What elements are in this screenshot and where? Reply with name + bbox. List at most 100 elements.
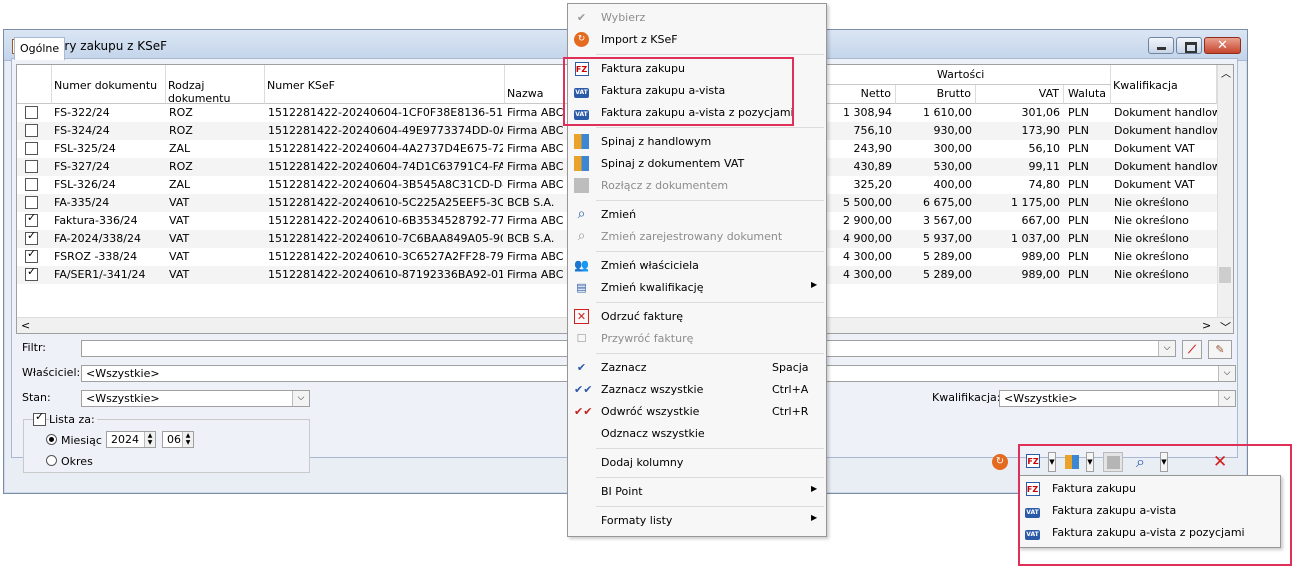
link-icon: [574, 156, 589, 171]
okres-radio[interactable]: [46, 455, 57, 466]
cell-netto: 325,20: [853, 178, 893, 191]
cell-brutto: 1 610,00: [923, 106, 972, 119]
menu-rozlacz[interactable]: Rozłącz z dokumentem: [568, 175, 826, 197]
scroll-right-icon[interactable]: >: [1202, 319, 1211, 332]
vertical-scroll-thumb[interactable]: [1219, 267, 1231, 283]
chevron-down-icon[interactable]: ⌵: [292, 391, 309, 406]
cell-kwal: Dokument handlowy: [1114, 106, 1217, 119]
cell-ksef: 1512281422-20240604-49E9773374DD-0A: [268, 124, 503, 137]
kwalifikacja-value: <Wszystkie>: [1004, 392, 1078, 405]
cell-kwal: Dokument handlowy: [1114, 124, 1217, 137]
cell-numer: FSROZ -338/24: [54, 250, 138, 263]
menu-zaznacz-wszystkie[interactable]: ✔✔ Zaznacz wszystkie Ctrl+A: [568, 379, 826, 401]
header-numer-dokumentu[interactable]: Numer dokumentu: [52, 65, 166, 104]
import-ksef-button[interactable]: ↻: [990, 452, 1010, 472]
spinner-arrows-icon[interactable]: ▲ ▼: [182, 432, 193, 447]
month-spinner[interactable]: 06 ▲ ▼: [162, 431, 194, 448]
menu-zmien-kwalifikacje[interactable]: ▤ Zmień kwalifikację ▶: [568, 277, 826, 299]
chevron-down-icon[interactable]: ⌵: [1218, 391, 1235, 406]
clear-filter-button[interactable]: ⟋: [1182, 340, 1202, 359]
filter-constructor-button[interactable]: ✎: [1208, 340, 1232, 359]
menu-formaty-listy[interactable]: Formaty listy ▶: [568, 510, 826, 532]
header-nazwa[interactable]: Nazwa: [505, 65, 569, 104]
menu-przywroc[interactable]: ☐ Przywróć fakturę: [568, 328, 826, 350]
cell-rodzaj: ROZ: [169, 106, 193, 119]
row-checkbox[interactable]: [25, 265, 38, 281]
header-waluta[interactable]: Waluta: [1064, 85, 1111, 104]
header-netto[interactable]: Netto: [827, 85, 896, 104]
row-checkbox[interactable]: [25, 142, 38, 155]
eraser-icon: ⟋: [1188, 343, 1196, 356]
cell-netto: 1 308,94: [843, 106, 892, 119]
minimize-button[interactable]: [1148, 37, 1174, 54]
cell-numer: FS-327/24: [54, 160, 110, 173]
menu-spinaj-handlowym[interactable]: Spinaj z handlowym: [568, 131, 826, 153]
cell-rodzaj: ROZ: [169, 160, 193, 173]
cell-netto: 4 300,00: [843, 250, 892, 263]
row-checkbox[interactable]: [25, 196, 38, 209]
tab-ogolne[interactable]: Ogólne: [14, 37, 66, 60]
menu-odwroc[interactable]: ✔✔ Odwróć wszystkie Ctrl+R: [568, 401, 826, 423]
kwalifikacja-select[interactable]: <Wszystkie> ⌵: [999, 390, 1236, 407]
menu-odrzuc[interactable]: ✕ Odrzuć fakturę: [568, 306, 826, 328]
wlasciciel-label: Właściciel:: [22, 366, 81, 379]
row-checkbox[interactable]: [25, 229, 38, 245]
close-icon: ✕: [1217, 38, 1228, 53]
cell-numer: FSL-325/24: [54, 142, 116, 155]
row-checkbox[interactable]: [25, 247, 38, 263]
scroll-left-icon[interactable]: <: [21, 319, 30, 332]
menu-wybierz[interactable]: ✔ Wybierz: [568, 7, 826, 29]
header-kwalifikacja[interactable]: Kwalifikacja: [1111, 65, 1217, 104]
spinner-arrows-icon[interactable]: ▲ ▼: [144, 432, 155, 447]
users-icon: 👥: [574, 258, 589, 272]
maximize-button[interactable]: [1176, 37, 1202, 54]
row-checkbox[interactable]: [25, 124, 38, 137]
row-checkbox[interactable]: [25, 160, 38, 173]
cell-ksef: 1512281422-20240604-74D1C63791C4-FA: [268, 160, 503, 173]
cell-numer: Faktura-336/24: [54, 214, 138, 227]
menu-spinaj-vat[interactable]: Spinaj z dokumentem VAT: [568, 153, 826, 175]
menu-import-ksef[interactable]: ↻ Import z KSeF: [568, 29, 826, 51]
cell-kwal: Dokument handlowy: [1114, 160, 1217, 173]
cell-nazwa: Firma ABC: [507, 214, 564, 227]
check-icon: ✔: [576, 361, 587, 374]
menu-zaznacz[interactable]: ✔ Zaznacz Spacja: [568, 357, 826, 379]
scroll-down-icon[interactable]: ﹀: [1220, 319, 1231, 333]
year-spinner[interactable]: 2024 ▲ ▼: [106, 431, 156, 448]
highlight-menu-box: [563, 57, 794, 126]
miesiac-label: Miesiąc: [61, 434, 102, 447]
header-numer-ksef[interactable]: Numer KSeF: [265, 65, 505, 104]
menu-zmien[interactable]: ⌕ Zmień: [568, 204, 826, 226]
header-brutto[interactable]: Brutto: [896, 85, 976, 104]
chevron-down-icon[interactable]: ⌵: [1218, 366, 1235, 381]
cell-brutto: 400,00: [933, 178, 973, 191]
scroll-up-icon[interactable]: ︿: [1221, 65, 1231, 80]
cell-kwal: Dokument VAT: [1114, 142, 1195, 155]
cell-vat: 56,10: [1028, 142, 1061, 155]
row-checkbox[interactable]: [25, 178, 38, 191]
menu-zmien-zarejestrowany[interactable]: ⌕ Zmień zarejestrowany dokument: [568, 226, 826, 248]
cell-waluta: PLN: [1068, 142, 1089, 155]
header-vat[interactable]: VAT: [976, 85, 1064, 104]
menu-zmien-wlasciciela[interactable]: 👥 Zmień właściciela: [568, 255, 826, 277]
close-button[interactable]: ✕: [1204, 37, 1241, 54]
miesiac-radio[interactable]: [46, 434, 57, 445]
menu-odznacz[interactable]: Odznacz wszystkie: [568, 423, 826, 445]
stan-select[interactable]: <Wszystkie> ⌵: [81, 390, 310, 407]
cell-vat: 301,06: [1021, 106, 1061, 119]
submenu-arrow-icon: ▶: [811, 484, 818, 493]
row-checkbox[interactable]: [25, 106, 38, 119]
header-rodzaj-dokumentu[interactable]: Rodzaj dokumentu: [166, 65, 265, 105]
cell-brutto: 5 289,00: [923, 250, 972, 263]
cell-ksef: 1512281422-20240604-1CF0F38E8136-51: [268, 106, 503, 119]
lista-za-checkbox[interactable]: ✓: [33, 410, 46, 426]
menu-bi-point[interactable]: BI Point ▶: [568, 481, 826, 503]
check-icon: ✓: [35, 410, 45, 423]
chevron-down-icon[interactable]: ⌵: [1158, 341, 1175, 356]
menu-dodaj-kolumny[interactable]: Dodaj kolumny: [568, 452, 826, 474]
row-checkbox[interactable]: [25, 211, 38, 227]
cell-numer: FSL-326/24: [54, 178, 116, 191]
cell-rodzaj: VAT: [169, 196, 190, 209]
cell-ksef: 1512281422-20240610-7C6BAA849A05-90: [268, 232, 503, 245]
cell-vat: 1 175,00: [1011, 196, 1060, 209]
